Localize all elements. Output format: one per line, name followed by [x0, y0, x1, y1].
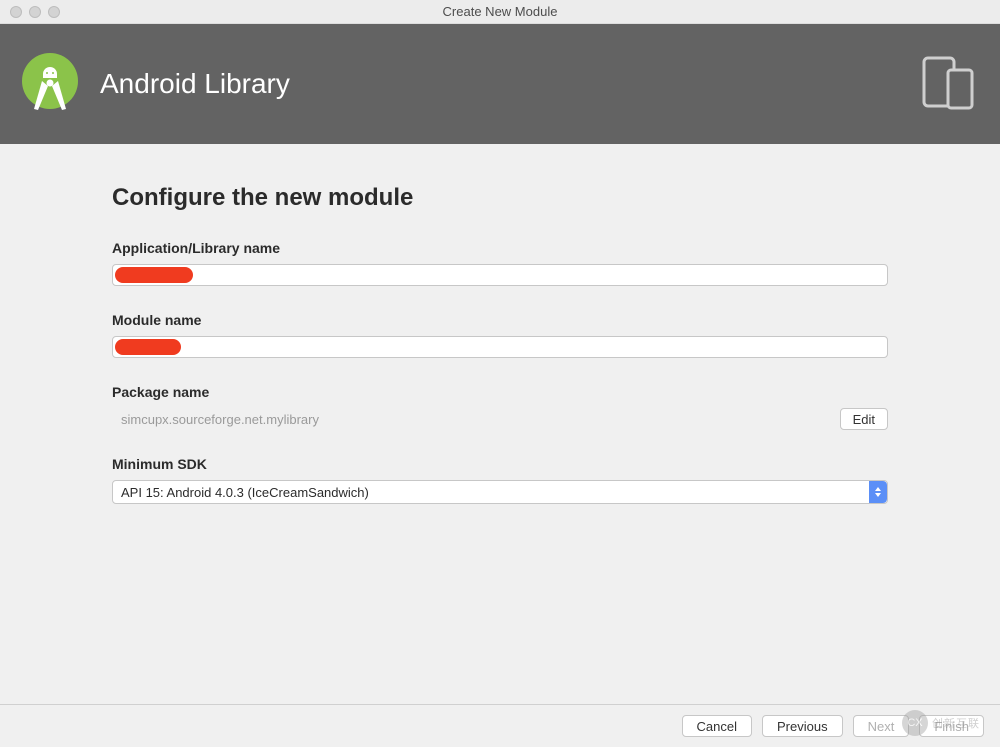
minimize-window-dot[interactable] — [29, 6, 41, 18]
module-name-group: Module name — [112, 312, 888, 358]
package-name-group: Package name simcupx.sourceforge.net.myl… — [112, 384, 888, 430]
window-titlebar: Create New Module — [0, 0, 1000, 24]
redacted-value — [115, 339, 181, 355]
finish-button: Finish — [919, 715, 984, 737]
app-library-name-label: Application/Library name — [112, 240, 888, 256]
minimum-sdk-selected: API 15: Android 4.0.3 (IceCreamSandwich) — [121, 485, 369, 500]
minimum-sdk-group: Minimum SDK API 15: Android 4.0.3 (IceCr… — [112, 456, 888, 504]
redacted-value — [115, 267, 193, 283]
window-title: Create New Module — [0, 4, 1000, 19]
header-title: Android Library — [100, 68, 290, 100]
app-library-name-input[interactable] — [112, 264, 888, 286]
module-name-label: Module name — [112, 312, 888, 328]
cancel-button[interactable]: Cancel — [682, 715, 752, 737]
minimum-sdk-label: Minimum SDK — [112, 456, 888, 472]
content-area: Configure the new module Application/Lib… — [0, 144, 1000, 550]
minimum-sdk-select[interactable]: API 15: Android 4.0.3 (IceCreamSandwich) — [112, 480, 888, 504]
footer-bar: Cancel Previous Next Finish — [0, 704, 1000, 747]
package-edit-button[interactable]: Edit — [840, 408, 888, 430]
package-name-label: Package name — [112, 384, 888, 400]
package-name-value: simcupx.sourceforge.net.mylibrary — [112, 408, 832, 430]
next-button: Next — [853, 715, 910, 737]
close-window-dot[interactable] — [10, 6, 22, 18]
content-heading: Configure the new module — [112, 184, 888, 212]
zoom-window-dot[interactable] — [48, 6, 60, 18]
select-arrows-icon — [869, 481, 887, 503]
window-controls — [0, 6, 60, 18]
devices-icon — [918, 54, 978, 114]
previous-button[interactable]: Previous — [762, 715, 843, 737]
app-library-name-group: Application/Library name — [112, 240, 888, 286]
android-studio-icon — [20, 51, 80, 117]
header-banner: Android Library — [0, 24, 1000, 144]
module-name-input[interactable] — [112, 336, 888, 358]
